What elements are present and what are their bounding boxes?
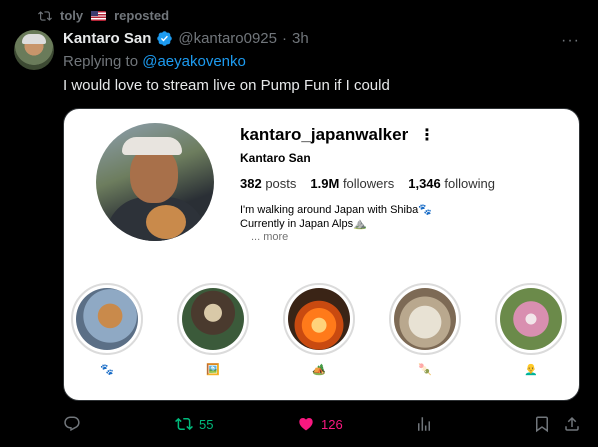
repost-button[interactable]: 55 [175, 415, 213, 433]
highlight-item: 🐾 [71, 283, 143, 376]
ig-bio-line1: I'm walking around Japan with Shiba🐾 [240, 204, 432, 216]
reply-icon [64, 416, 80, 432]
repost-icon [38, 10, 52, 21]
replying-to: Replying to @aeyakovenko [63, 53, 246, 70]
repost-label: reposted [114, 8, 170, 23]
highlight-item: 🏕️ [283, 283, 355, 376]
replying-prefix: Replying to [63, 53, 143, 70]
replying-to-link[interactable]: @aeyakovenko [142, 53, 246, 70]
highlight-item: 👨‍🦲 [495, 283, 567, 376]
repost-icon [175, 417, 193, 431]
bookmark-button[interactable] [533, 415, 551, 433]
more-options-button[interactable]: ··· [561, 32, 580, 50]
ig-bio-line2: Currently in Japan Alps⛰️ [240, 218, 367, 230]
ig-menu-icon: ⋮ [419, 127, 435, 144]
heart-icon [299, 418, 313, 431]
author-name[interactable]: Kantaro San [63, 30, 151, 47]
repost-indicator: toly reposted [38, 8, 169, 23]
analytics-icon [418, 417, 430, 431]
ig-posts: 382 posts [240, 176, 297, 191]
highlight-item: 🍡 [389, 283, 461, 376]
like-button[interactable]: 126 [297, 415, 343, 433]
timestamp[interactable]: 3h [292, 30, 309, 47]
tweet-text: I would love to stream live on Pump Fun … [63, 77, 390, 94]
bookmark-icon [536, 416, 548, 433]
reply-button[interactable] [63, 415, 87, 433]
share-icon [565, 416, 579, 431]
highlight-item: 🖼️ [177, 283, 249, 376]
author-handle[interactable]: @kantaro0925 [178, 30, 277, 47]
action-bar: 55 126 [63, 415, 583, 435]
separator-dot: · [282, 30, 287, 47]
tweet-header: Kantaro San @kantaro0925 · 3h [63, 30, 309, 47]
avatar[interactable] [14, 30, 54, 70]
ig-username: kantaro_japanwalker [240, 125, 409, 144]
ig-following: 1,346 following [408, 176, 495, 191]
profile-photo [96, 123, 214, 241]
repost-count: 55 [199, 416, 214, 432]
ig-display-name: Kantaro San [240, 151, 311, 165]
media-card[interactable]: kantaro_japanwalker ⋮ Kantaro San 382 po… [63, 108, 580, 401]
share-button[interactable] [563, 415, 581, 433]
ig-bio: I'm walking around Japan with Shiba🐾 Cur… [240, 203, 432, 231]
us-flag-icon [91, 10, 107, 21]
verified-badge-icon [157, 31, 173, 46]
ig-followers: 1.9M followers [310, 176, 395, 191]
ig-highlights: 🐾 🖼️ 🏕️ 🍡 👨‍🦲 [64, 283, 579, 383]
ig-more-link: ... more [251, 231, 289, 243]
like-count: 126 [321, 416, 343, 432]
ig-stats: 382 posts 1.9M followers 1,346 following [240, 176, 495, 191]
repost-user[interactable]: toly [60, 8, 83, 23]
views-button[interactable] [415, 415, 433, 433]
